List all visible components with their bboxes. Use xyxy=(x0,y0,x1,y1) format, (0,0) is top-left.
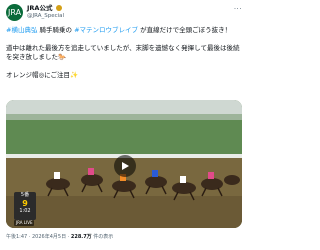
avatar-text: JRA xyxy=(8,8,22,17)
tweet-line-1: #横山典弘 騎手騎乗の #マテンロウブレイブ が直線だけで全頭ごぼう抜き！ xyxy=(6,26,242,35)
view-count: 228.7万 xyxy=(70,234,92,240)
play-button[interactable] xyxy=(114,155,136,177)
hashtag-link[interactable]: #横山典弘 xyxy=(6,26,37,34)
tweet-text: #横山典弘 騎手騎乗の #マテンロウブレイブ が直線だけで全頭ごぼう抜き！ 道中… xyxy=(6,26,242,80)
tweet-line-3: オレンジ帽◎にご注目✨ xyxy=(6,71,79,79)
tweet: JRA JRA公式 @JRA_Special ··· #横山典弘 騎手騎乗の #… xyxy=(0,0,248,250)
tweet-line-2: 道中は離れた最後方を追走していましたが、末脚を遺憾なく発揮して最後は後続を突き放… xyxy=(6,44,240,61)
badge-top: 5番 xyxy=(20,192,30,198)
verified-badge-icon xyxy=(55,5,62,11)
view-label: 件の表示 xyxy=(91,234,114,240)
tweet-timestamp[interactable]: 午後1:47 · 2026年4月5日 · xyxy=(6,234,71,240)
tweet-meta: 午後1:47 · 2026年4月5日 · 228.7万 件の表示 xyxy=(6,234,113,241)
badge-number: 9 xyxy=(22,199,28,208)
tweet-header: JRA JRA公式 @JRA_Special ··· xyxy=(6,4,242,24)
video-overlay-label: JRA LIVE xyxy=(14,220,35,226)
tweet-text-segment: が直線だけで全頭ごぼう抜き！ xyxy=(138,26,232,34)
more-options-icon[interactable]: ··· xyxy=(234,6,242,13)
author-handle[interactable]: @JRA_Special xyxy=(27,13,64,20)
play-icon xyxy=(122,162,129,170)
author-name-text: JRA公式 xyxy=(27,4,53,12)
race-video[interactable]: 5番 9 1:02 JRA LIVE xyxy=(6,100,242,228)
avatar[interactable]: JRA xyxy=(6,4,23,21)
race-position-badge: 5番 9 1:02 xyxy=(14,192,36,220)
badge-time: 1:02 xyxy=(19,208,31,214)
author-name[interactable]: JRA公式 xyxy=(27,4,62,12)
hashtag-link[interactable]: #マテンロウブレイブ xyxy=(74,26,138,34)
tweet-text-segment: 騎手騎乗の xyxy=(37,26,75,34)
